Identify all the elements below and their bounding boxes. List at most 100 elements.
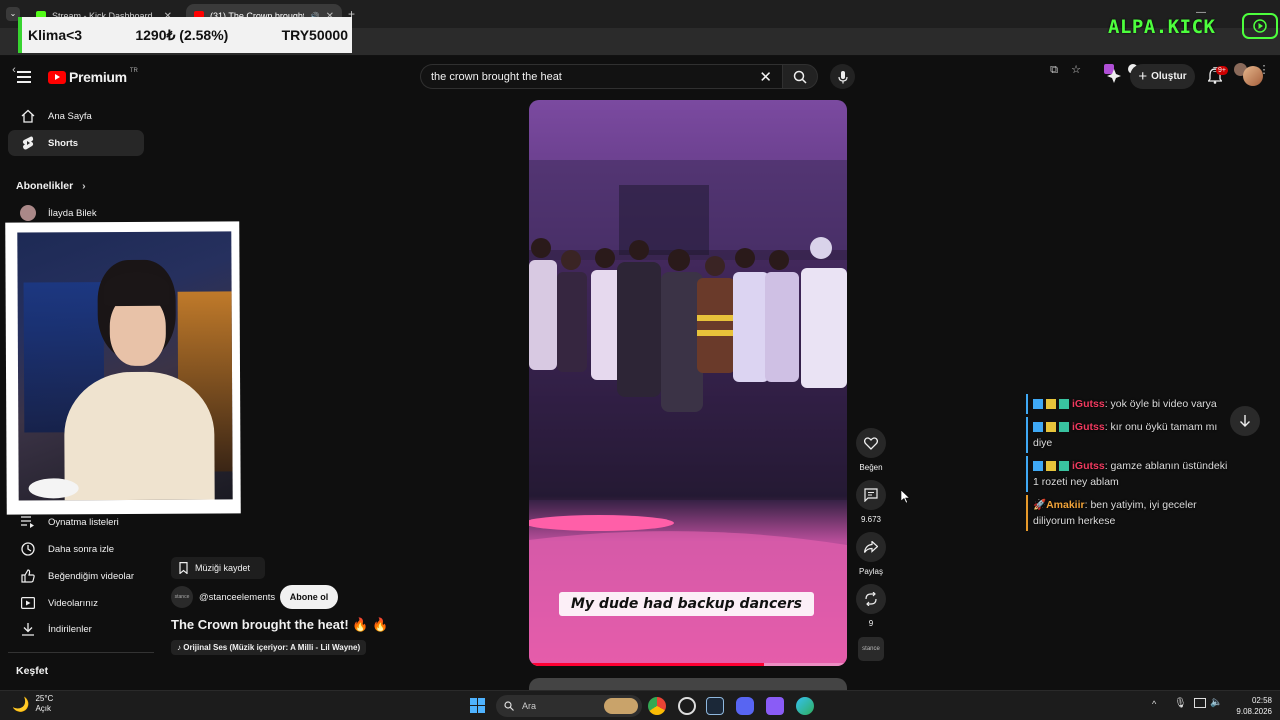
create-label: Oluştur <box>1151 71 1187 82</box>
volume-icon[interactable]: 🔈 <box>1210 697 1222 708</box>
search-value: the crown brought the heat <box>431 70 562 83</box>
save-music-label: Müziği kaydet <box>195 563 251 573</box>
subscriptions-heading[interactable]: Abonelikler › <box>16 180 86 192</box>
comments-button[interactable]: 9.673 <box>855 480 887 524</box>
arrow-down-icon <box>1240 415 1250 427</box>
home-icon <box>8 109 48 123</box>
chat-text: yok öyle bi video varya <box>1110 398 1217 410</box>
chevron-up-icon[interactable]: ^ <box>1152 699 1156 709</box>
like-button[interactable]: Beğen <box>855 428 887 472</box>
video-progress-bar[interactable] <box>529 663 847 666</box>
ticker-name: Klima<3 <box>28 27 83 43</box>
streamer-brand-logo: ALPA.KICK <box>1108 16 1216 38</box>
youtube-premium-logo[interactable]: Premium TR <box>48 68 138 85</box>
ticker-goal: TRY50000 <box>281 27 348 43</box>
chat-separator: : <box>1104 460 1108 472</box>
taskbar-clock[interactable]: 02:58 9.08.2026 <box>1226 695 1272 717</box>
hamburger-menu-icon[interactable] <box>17 71 31 86</box>
remix-count: 9 <box>868 619 874 628</box>
shorts-icon <box>8 136 48 150</box>
explore-heading: Keşfet <box>16 665 49 677</box>
comment-icon <box>856 480 886 510</box>
search-input[interactable]: the crown brought the heat ✕ <box>420 64 782 89</box>
edge-icon[interactable] <box>796 697 814 715</box>
windows-taskbar: 🌙 25°C Açık Ara ^ 🎙 🔈 02:58 9.08.2026 <box>0 690 1280 720</box>
channel-handle[interactable]: @stanceelements <box>199 592 275 603</box>
youtube-play-icon <box>48 70 66 84</box>
install-icon[interactable]: ⧉ <box>1048 64 1060 76</box>
subscriptions-label: Abonelikler <box>16 180 74 192</box>
remix-icon <box>856 584 886 614</box>
weather-widget[interactable]: 🌙 25°C Açık <box>12 694 53 714</box>
sidebar-item-liked-videos[interactable]: Beğendiğim videolar <box>8 563 144 589</box>
microphone-icon <box>837 70 848 83</box>
sound-thumbnail-label: stance <box>862 646 880 652</box>
download-icon <box>8 622 48 636</box>
channel-row[interactable]: stance @stanceelements <box>171 586 275 608</box>
streamer-webcam-frame <box>5 221 241 515</box>
shorts-video-player[interactable]: My dude had backup dancers <box>529 100 847 666</box>
webcam-feed <box>17 231 233 501</box>
moon-weather-icon: 🌙 <box>12 696 30 712</box>
chrome-icon[interactable] <box>648 697 666 715</box>
microphone-icon[interactable]: 🎙 <box>1174 698 1187 709</box>
share-arrow-icon <box>856 532 886 562</box>
clear-search-icon[interactable]: ✕ <box>759 68 772 86</box>
remix-button[interactable]: 9 <box>855 584 887 628</box>
app-icon[interactable] <box>766 697 784 715</box>
chat-message: iGutss: gamze ablanın üstündeki 1 rozeti… <box>1026 456 1236 492</box>
windows-start-icon[interactable] <box>470 698 485 713</box>
taskbar-search[interactable]: Ara <box>496 695 642 717</box>
create-button[interactable]: + Oluştur <box>1130 64 1195 89</box>
sidebar-item-downloads[interactable]: İndirilenler <box>8 616 144 642</box>
video-frame <box>529 100 847 666</box>
playlist-icon <box>8 516 48 528</box>
chat-username: iGutss <box>1072 421 1105 433</box>
chat-separator: : <box>1104 421 1108 433</box>
sidebar-item-label: Ana Sayfa <box>48 110 92 122</box>
scroll-down-button[interactable] <box>1230 406 1260 436</box>
sidebar-divider <box>8 652 154 653</box>
sidebar-item-label: Oynatma listeleri <box>48 516 119 528</box>
chat-separator: : <box>1104 398 1108 410</box>
original-sound-chip[interactable]: ♪ Orijinal Ses (Müzik içeriyor: A Milli … <box>171 640 367 655</box>
display-icon[interactable] <box>1194 698 1206 708</box>
search-button[interactable] <box>782 64 818 89</box>
chat-badges-icon <box>1033 399 1069 410</box>
chevron-right-icon: › <box>82 180 86 192</box>
sidebar-item-label: İlayda Bilek <box>48 207 97 219</box>
chat-username: Amakiir <box>1046 499 1085 511</box>
gemini-spark-icon[interactable] <box>1107 69 1121 88</box>
mouse-cursor-icon <box>900 489 911 508</box>
temperature: 25°C <box>35 694 54 703</box>
sidebar-item-label: Shorts <box>48 137 79 149</box>
sound-thumbnail[interactable]: stance <box>858 637 884 661</box>
short-title: The Crown brought the heat! 🔥 🔥 <box>171 617 389 632</box>
chat-message: iGutss: kır onu öykü tamam mı diye <box>1026 417 1236 453</box>
obs-icon[interactable] <box>678 697 696 715</box>
next-short-preview[interactable] <box>529 678 847 690</box>
plus-icon: + <box>1138 68 1148 85</box>
voice-search-button[interactable] <box>830 64 855 89</box>
weather-condition: Açık <box>35 704 51 713</box>
notification-count-badge: 9+ <box>1216 66 1228 75</box>
sidebar-item-home[interactable]: Ana Sayfa <box>8 103 144 129</box>
sidebar-item-watch-later[interactable]: Daha sonra izle <box>8 536 144 562</box>
ticker-value: 1290₺ (2.58%) <box>135 26 229 43</box>
clock-date: 9.08.2026 <box>1236 707 1272 716</box>
bookmark-icon <box>179 562 188 574</box>
chat-message: iGutss: yok öyle bi video varya <box>1026 394 1236 414</box>
sidebar-item-shorts[interactable]: Shorts <box>8 130 144 156</box>
account-avatar[interactable] <box>1243 66 1263 86</box>
sidebar-item-your-videos[interactable]: Videolarınız <box>8 590 144 616</box>
steam-icon[interactable] <box>706 697 724 715</box>
bookmark-star-icon[interactable]: ☆ <box>1070 64 1082 76</box>
subscribe-button[interactable]: Abone ol <box>280 585 338 609</box>
search-highlight-image <box>604 698 638 714</box>
save-music-button[interactable]: Müziği kaydet <box>171 557 265 579</box>
sidebar-item-playlists[interactable]: Oynatma listeleri <box>8 509 144 535</box>
video-caption: My dude had backup dancers <box>559 592 814 616</box>
discord-icon[interactable] <box>736 697 754 715</box>
share-button[interactable]: Paylaş <box>855 532 887 576</box>
chat-username: iGutss <box>1072 398 1105 410</box>
